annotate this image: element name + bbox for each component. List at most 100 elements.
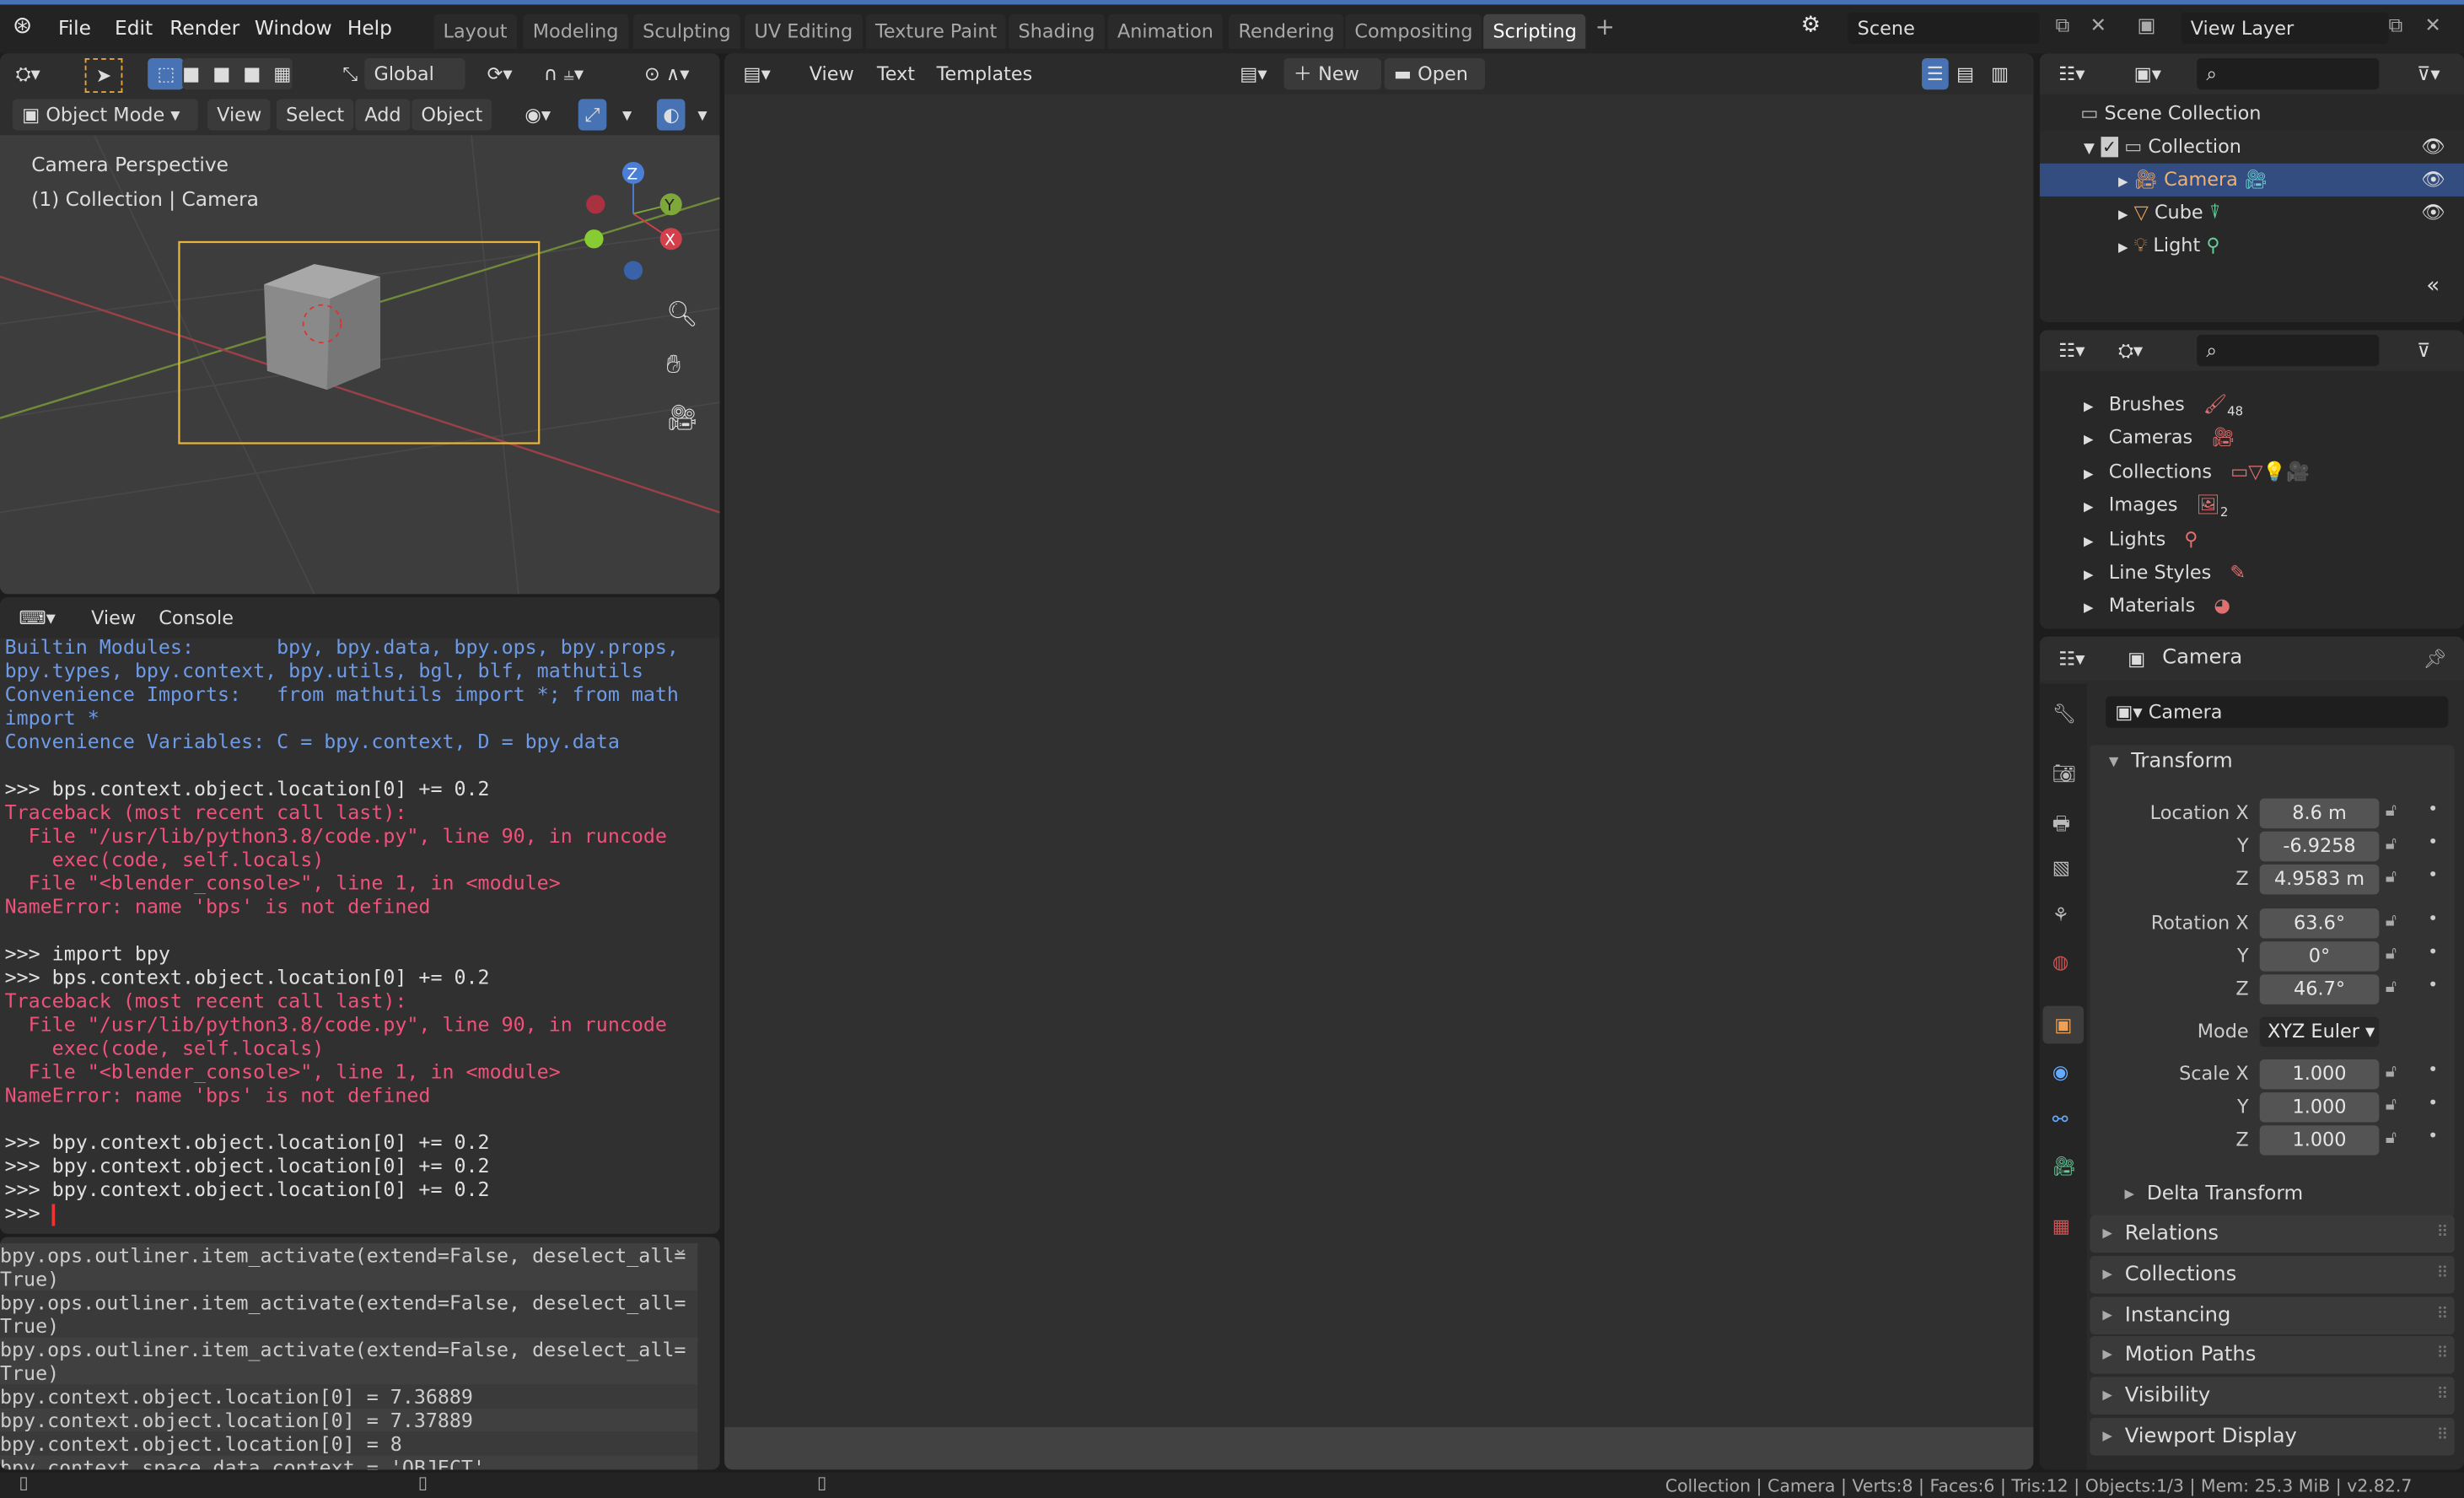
lock-icon[interactable]: 🔓︎	[2386, 800, 2397, 822]
info-log-entry[interactable]: bpy.context.object.location[0] = 7.36889	[0, 1384, 698, 1409]
select-mode-buttons[interactable]: ■■■▦	[182, 57, 293, 90]
drag-handle-icon[interactable]: ⠿	[2437, 1418, 2449, 1456]
tab-texture-paint[interactable]: Texture Paint	[865, 13, 1007, 49]
keyframe-dot-icon[interactable]: •	[2428, 799, 2438, 819]
tab-scripting[interactable]: Scripting	[1483, 13, 1586, 49]
scale-x-field[interactable]: 1.000	[2259, 1059, 2380, 1090]
editor-type-icon[interactable]: ☷▾	[2058, 335, 2085, 366]
scale-y-field[interactable]: 1.000	[2259, 1092, 2380, 1123]
menu-add[interactable]: Add	[355, 99, 411, 131]
object-name-field[interactable]: ▣▾ Camera	[2106, 696, 2449, 728]
display-mode-icon[interactable]: ▣▾	[2134, 58, 2161, 89]
line-numbers-toggle-icon[interactable]: ☰	[1922, 57, 1949, 90]
lock-icon[interactable]: 🔓︎	[2386, 866, 2397, 888]
menu-select[interactable]: Select	[276, 99, 354, 131]
drag-handle-icon[interactable]: ⠿	[2437, 1215, 2449, 1253]
location-x-field[interactable]: 8.6 m	[2259, 798, 2380, 829]
lock-icon[interactable]: 🔓︎	[2386, 1094, 2397, 1116]
tab-modeling[interactable]: Modeling	[523, 13, 628, 49]
python-console[interactable]: ⌨▾ View Console Builtin Modules: bpy, bp…	[0, 597, 720, 1234]
scale-z-field[interactable]: 1.000	[2259, 1125, 2380, 1156]
drag-handle-icon[interactable]: ⠿	[2437, 1337, 2449, 1375]
display-mode-icon[interactable]: ⛭▾	[2118, 335, 2143, 366]
rotation-x-field[interactable]: 63.6°	[2259, 908, 2380, 939]
section-motion-paths[interactable]: ▶ Motion Paths ⠿	[2090, 1336, 2455, 1375]
console-menu-view[interactable]: View	[91, 602, 136, 633]
properties-editor-type-icon[interactable]: ☷▾	[2058, 643, 2085, 674]
expand-icon[interactable]: ▶	[2084, 500, 2093, 515]
expand-icon[interactable]: ▶	[2084, 568, 2093, 582]
section-instancing[interactable]: ▶ Instancing ⠿	[2090, 1296, 2455, 1334]
drag-handle-icon[interactable]: ⠿	[2437, 1256, 2449, 1294]
keyframe-dot-icon[interactable]: •	[2428, 908, 2438, 929]
keyframe-dot-icon[interactable]: •	[2428, 1092, 2438, 1113]
pin-icon[interactable]: 📌︎	[2424, 643, 2447, 674]
text-editor-type-icon[interactable]: ▤▾	[743, 58, 770, 89]
visibility-eye-icon[interactable]: 👁︎	[2421, 164, 2445, 197]
visibility-eye-icon[interactable]: 👁︎	[2421, 131, 2445, 164]
info-editor[interactable]: bpy.ops.outliner.item_activate(extend=Fa…	[0, 1237, 720, 1470]
menu-help[interactable]: Help	[347, 16, 392, 40]
expand-icon[interactable]: ▶	[2084, 466, 2093, 481]
menu-file[interactable]: File	[58, 16, 91, 40]
select-tool-icon[interactable]: ➤	[84, 57, 123, 93]
word-wrap-toggle-icon[interactable]: ▤	[1956, 58, 1974, 89]
rotation-mode-select[interactable]: XYZ Euler ▾	[2259, 1016, 2380, 1048]
3d-viewport[interactable]: ⛭▾ ➤ ⬚ ■■■▦ ⤡ Global ⟳▾ ∩ ⫨▾ ⊙ ∧▾ ▣ Obje…	[0, 53, 720, 595]
blend-item-images[interactable]: ▶ Images 🖼︎2	[2040, 489, 2464, 522]
view-layer-selector[interactable]: View Layer	[2181, 12, 2389, 45]
tab-output-icon[interactable]: 🖶	[2052, 810, 2070, 843]
tab-render-icon[interactable]: 📷︎	[2052, 762, 2076, 784]
location-z-field[interactable]: 4.9583 m	[2259, 864, 2380, 895]
keyframe-dot-icon[interactable]: •	[2428, 832, 2438, 852]
blend-item-brushes[interactable]: ▶ Brushes 🖌︎48	[2040, 388, 2464, 421]
zoom-icon[interactable]: 🔍︎	[666, 299, 698, 328]
info-log-entry[interactable]: bpy.context.object.location[0] = 8	[0, 1431, 698, 1456]
section-collections[interactable]: ▶ Collections ⠿	[2090, 1255, 2455, 1294]
info-collapse-icon[interactable]: ⌄	[673, 1237, 689, 1259]
tab-object-icon[interactable]: ▣	[2042, 1005, 2085, 1044]
text-editor[interactable]: ▤▾ View Text Templates ▤▾ ＋ New ▬ Open ☰…	[724, 53, 2034, 1470]
gizmo-dropdown-icon[interactable]: ▾	[622, 99, 632, 130]
visibility-icon[interactable]: ◉▾	[525, 99, 551, 130]
expand-icon[interactable]: ▶	[2084, 534, 2093, 548]
info-log-entry[interactable]: bpy.ops.outliner.item_activate(extend=Fa…	[0, 1337, 698, 1385]
tab-layout[interactable]: Layout	[433, 13, 517, 49]
delta-transform-subpanel[interactable]: ▶ Delta Transform	[2112, 1180, 2303, 1204]
tab-rendering[interactable]: Rendering	[1229, 13, 1344, 49]
outliner-editor-type-icon[interactable]: ☷▾	[2058, 58, 2085, 89]
blend-item-materials[interactable]: ▶ Materials ◕	[2040, 590, 2464, 623]
text-menu-templates[interactable]: Templates	[937, 58, 1033, 89]
tab-constraints-icon[interactable]: ⚯	[2052, 1108, 2069, 1130]
scene-selector[interactable]: Scene	[1848, 12, 2040, 45]
blend-item-lights[interactable]: ▶ Lights ⚲	[2040, 523, 2464, 556]
tab-modifiers-icon[interactable]: ◉	[2052, 1061, 2069, 1083]
lock-icon[interactable]: 🔓︎	[2386, 910, 2397, 932]
new-view-layer-icon[interactable]: ⧉	[2389, 13, 2403, 38]
info-log-entry[interactable]: bpy.ops.outliner.item_activate(extend=Fa…	[0, 1243, 698, 1291]
lock-icon[interactable]: 🔓︎	[2386, 943, 2397, 965]
outliner-item-light[interactable]: ▶ 💡︎ Light ⚲	[2040, 229, 2464, 262]
navigation-gizmo[interactable]: Z Y X	[575, 157, 701, 283]
collection-row[interactable]: ▼ ✓ ▭ Collection 👁︎	[2039, 130, 2464, 164]
tab-sculpting[interactable]: Sculpting	[632, 13, 740, 49]
collection-checkbox[interactable]: ✓	[2101, 137, 2118, 158]
snap-icon[interactable]: ∩ ⫨▾	[544, 58, 584, 89]
expand-icon[interactable]: ▼	[2084, 142, 2095, 158]
transform-orientation-select[interactable]: Global	[364, 57, 465, 90]
tab-camera-data-icon[interactable]: 🎥︎	[2052, 1156, 2076, 1177]
console-menu-console[interactable]: Console	[159, 602, 234, 633]
new-scene-icon[interactable]: ⧉	[2055, 13, 2069, 38]
syntax-highlight-toggle-icon[interactable]: ▥	[1991, 58, 2009, 89]
drag-handle-icon[interactable]: ⠿	[2437, 1296, 2449, 1334]
expand-icon[interactable]: ▶	[2084, 399, 2093, 413]
menu-render[interactable]: Render	[169, 16, 239, 40]
keyframe-dot-icon[interactable]: •	[2428, 865, 2438, 885]
mode-select[interactable]: ▣ Object Mode ▾	[12, 99, 198, 131]
camera-view-icon[interactable]: 🎥︎	[666, 402, 698, 432]
view-layer-icon[interactable]: ▣	[2137, 13, 2155, 36]
blend-item-line-styles[interactable]: ▶ Line Styles ✎	[2040, 557, 2464, 590]
lock-icon[interactable]: 🔓︎	[2386, 976, 2397, 998]
collapse-sidebar-icon[interactable]: «	[2426, 273, 2440, 299]
text-menu-text[interactable]: Text	[877, 58, 915, 89]
